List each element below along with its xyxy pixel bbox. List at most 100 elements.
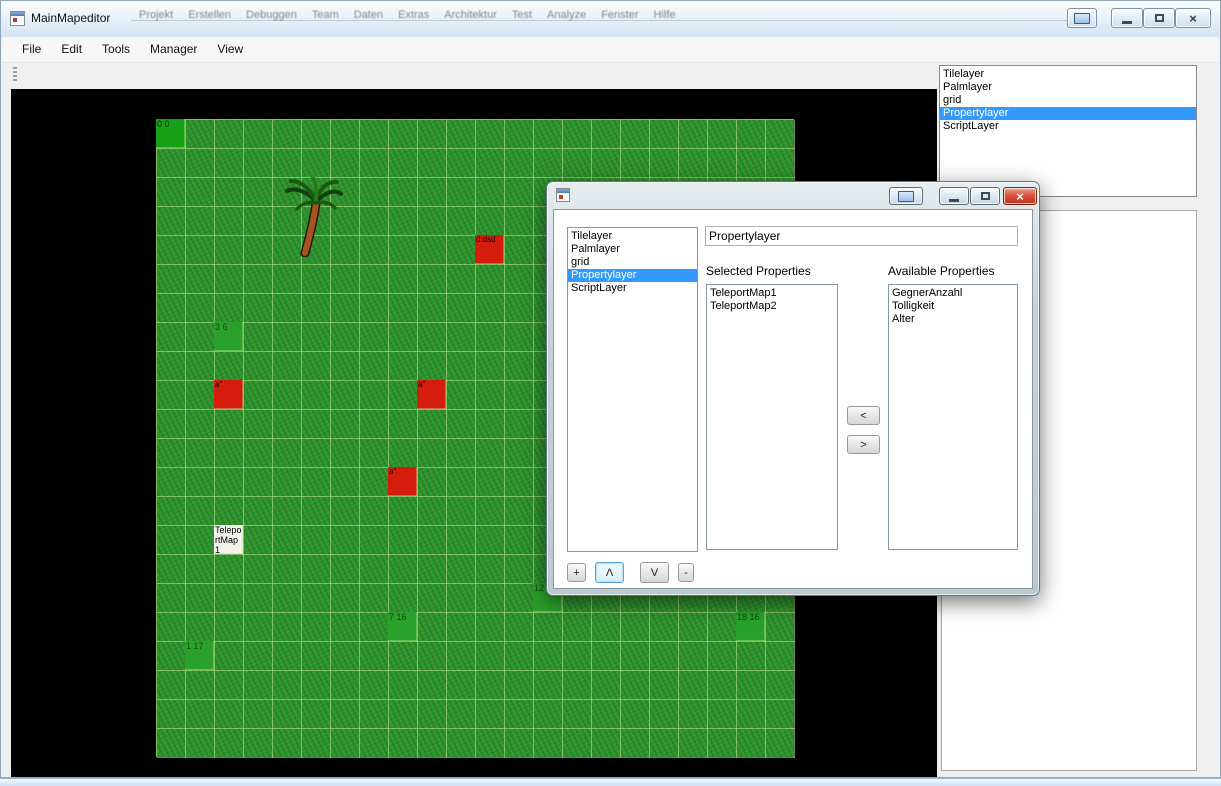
- dialog-maximize-button[interactable]: [970, 187, 1000, 205]
- map-tile[interactable]: [302, 323, 331, 352]
- map-tile[interactable]: [389, 323, 418, 352]
- map-tile[interactable]: [505, 700, 534, 729]
- map-tile[interactable]: [331, 352, 360, 381]
- map-tile[interactable]: [157, 236, 186, 265]
- map-tile[interactable]: [418, 642, 447, 671]
- map-tile[interactable]: [563, 671, 592, 700]
- map-tile[interactable]: [215, 642, 244, 671]
- move-right-button[interactable]: >: [847, 435, 880, 454]
- map-tile[interactable]: [273, 642, 302, 671]
- map-tile[interactable]: [302, 526, 331, 555]
- map-tile[interactable]: [389, 439, 418, 468]
- map-tile[interactable]: [186, 207, 215, 236]
- map-tile[interactable]: [737, 671, 766, 700]
- map-tile[interactable]: [331, 671, 360, 700]
- map-tile[interactable]: [215, 439, 244, 468]
- map-tile[interactable]: [331, 555, 360, 584]
- maximize-button[interactable]: [1143, 8, 1175, 28]
- map-tile[interactable]: [476, 149, 505, 178]
- map-tile[interactable]: [534, 120, 563, 149]
- map-tile[interactable]: [737, 120, 766, 149]
- map-tile[interactable]: [389, 555, 418, 584]
- map-tile[interactable]: [476, 526, 505, 555]
- map-tile[interactable]: [389, 642, 418, 671]
- map-tile[interactable]: [447, 207, 476, 236]
- map-tile[interactable]: [244, 381, 273, 410]
- layers-listbox[interactable]: TilelayerPalmlayergridPropertylayerScrip…: [939, 65, 1197, 197]
- map-tile[interactable]: [215, 323, 244, 352]
- map-tile[interactable]: [389, 497, 418, 526]
- map-tile[interactable]: [360, 468, 389, 497]
- map-tile[interactable]: [505, 613, 534, 642]
- map-tile[interactable]: [476, 468, 505, 497]
- map-tile[interactable]: [476, 671, 505, 700]
- dialog-layer-item[interactable]: grid: [568, 256, 697, 269]
- map-tile[interactable]: [592, 671, 621, 700]
- map-tile[interactable]: [708, 729, 737, 758]
- map-tile[interactable]: [186, 352, 215, 381]
- map-tile[interactable]: [418, 468, 447, 497]
- map-tile[interactable]: [157, 352, 186, 381]
- map-tile[interactable]: [389, 178, 418, 207]
- map-tile[interactable]: [476, 439, 505, 468]
- map-tile[interactable]: [331, 613, 360, 642]
- dialog-titlebar[interactable]: ×: [547, 182, 1039, 209]
- map-tile[interactable]: [679, 613, 708, 642]
- map-tile[interactable]: [244, 555, 273, 584]
- map-tile[interactable]: [592, 700, 621, 729]
- map-tile[interactable]: [592, 149, 621, 178]
- map-tile[interactable]: [244, 584, 273, 613]
- map-tile[interactable]: [534, 729, 563, 758]
- map-tile[interactable]: [679, 642, 708, 671]
- map-tile[interactable]: [360, 207, 389, 236]
- map-tile[interactable]: [360, 700, 389, 729]
- map-tile[interactable]: [244, 410, 273, 439]
- map-tile[interactable]: [476, 555, 505, 584]
- dialog-minimize-button[interactable]: [939, 187, 969, 205]
- map-tile[interactable]: [186, 642, 215, 671]
- map-tile[interactable]: [302, 729, 331, 758]
- map-tile[interactable]: [476, 294, 505, 323]
- map-tile[interactable]: [447, 729, 476, 758]
- map-tile[interactable]: [650, 700, 679, 729]
- map-tile[interactable]: [302, 410, 331, 439]
- dialog-layer-item[interactable]: Palmlayer: [568, 243, 697, 256]
- map-tile[interactable]: [447, 700, 476, 729]
- map-tile[interactable]: [447, 555, 476, 584]
- available-properties-listbox[interactable]: GegnerAnzahlTolligkeitAlter: [888, 284, 1018, 550]
- map-tile[interactable]: [679, 671, 708, 700]
- map-tile[interactable]: [418, 149, 447, 178]
- map-tile[interactable]: [157, 439, 186, 468]
- map-tile[interactable]: [476, 497, 505, 526]
- available-property-item[interactable]: Tolligkeit: [889, 300, 1017, 313]
- map-tile[interactable]: [157, 410, 186, 439]
- available-property-item[interactable]: Alter: [889, 313, 1017, 326]
- menu-tools[interactable]: Tools: [92, 37, 140, 63]
- map-tile[interactable]: [331, 439, 360, 468]
- map-tile[interactable]: [215, 120, 244, 149]
- map-tile[interactable]: [360, 729, 389, 758]
- map-tile[interactable]: [186, 526, 215, 555]
- map-tile[interactable]: [389, 584, 418, 613]
- map-tile[interactable]: [331, 468, 360, 497]
- map-tile[interactable]: [302, 265, 331, 294]
- map-tile[interactable]: [157, 120, 186, 149]
- map-tile[interactable]: [389, 613, 418, 642]
- map-tile[interactable]: [621, 642, 650, 671]
- map-tile[interactable]: [476, 236, 505, 265]
- map-tile[interactable]: [621, 149, 650, 178]
- map-tile[interactable]: [215, 149, 244, 178]
- map-tile[interactable]: [737, 729, 766, 758]
- map-tile[interactable]: [650, 671, 679, 700]
- layer-item[interactable]: ScriptLayer: [940, 120, 1196, 133]
- map-tile[interactable]: [186, 700, 215, 729]
- map-tile[interactable]: [389, 236, 418, 265]
- map-tile[interactable]: [679, 120, 708, 149]
- map-tile[interactable]: [186, 497, 215, 526]
- map-tile[interactable]: [418, 526, 447, 555]
- map-tile[interactable]: [273, 700, 302, 729]
- layer-item[interactable]: Propertylayer: [940, 107, 1196, 120]
- map-tile[interactable]: [505, 642, 534, 671]
- map-tile[interactable]: [331, 149, 360, 178]
- map-tile[interactable]: [360, 236, 389, 265]
